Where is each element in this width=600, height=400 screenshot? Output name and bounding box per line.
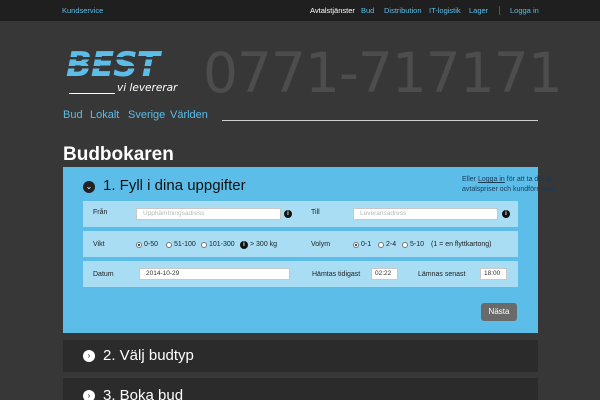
step1-panel: ⌄ 1. Fyll i dina uppgifter Eller Logga i… — [63, 167, 557, 333]
weight-option-101-300: 101-300 — [209, 241, 235, 248]
chevron-right-icon[interactable]: › — [83, 390, 95, 400]
date-time-row: Datum 2014-10-29 Hämtas tidigast 02:22 L… — [83, 261, 518, 287]
volume-radio-0-1[interactable] — [353, 242, 359, 248]
nav-bud[interactable]: Bud — [361, 0, 374, 21]
weight-radio-0-50[interactable] — [136, 242, 142, 248]
login-link[interactable]: Logga in — [510, 0, 539, 21]
to-label: Till — [311, 209, 320, 216]
weight-radio-101-300[interactable] — [201, 242, 207, 248]
login-note: Eller Logga in för att ta del av avtalsp… — [462, 176, 557, 193]
weight-option-0-50: 0-50 — [144, 241, 159, 248]
chevron-down-icon[interactable]: ⌄ — [83, 181, 95, 193]
chevron-right-icon[interactable]: › — [83, 350, 95, 362]
tab-bud[interactable]: Bud — [63, 109, 83, 121]
tab-sverige[interactable]: Sverige — [128, 109, 165, 121]
dropoff-label: Lämnas senast — [418, 271, 466, 278]
volume-note: (1 = en flyttkartong) — [431, 241, 492, 248]
volume-label: Volym — [311, 241, 331, 248]
weight-option-300-plus: > 300 kg — [250, 241, 278, 248]
weight-option-51-100: 51-100 — [174, 241, 196, 248]
tagline: vi levererar — [117, 82, 178, 94]
tabs-divider — [222, 120, 538, 121]
pickup-label: Hämtas tidigast — [312, 271, 361, 278]
weight-label: Vikt — [93, 241, 105, 248]
step3-panel[interactable]: › 3. Boka bud — [63, 378, 538, 400]
nav-avtalstjanster[interactable]: Avtalstjänster — [310, 0, 355, 21]
volume-radio-5-10[interactable] — [402, 242, 408, 248]
date-label: Datum — [93, 271, 114, 278]
to-input[interactable]: Leveransadress — [353, 208, 498, 220]
nav-distribution[interactable]: Distribution — [384, 0, 422, 21]
next-button[interactable]: Nästa — [481, 303, 517, 321]
top-bar: Kundservice Avtalstjänster Bud Distribut… — [0, 0, 600, 21]
volume-radio-2-4[interactable] — [378, 242, 384, 248]
weight-volume-row: Vikt 0-50 51-100 101-300 i > 300 kg Voly… — [83, 231, 518, 257]
info-icon[interactable]: i — [284, 210, 292, 218]
login-note-link[interactable]: Logga in — [478, 176, 505, 183]
step1-title: 1. Fyll i dina uppgifter — [103, 177, 246, 194]
step3-title: 3. Boka bud — [103, 387, 184, 400]
customer-service-link[interactable]: Kundservice — [62, 0, 103, 21]
weight-radio-51-100[interactable] — [166, 242, 172, 248]
logo-text: BEST — [66, 48, 163, 80]
phone-number: 0771-717171 — [203, 41, 563, 105]
best-logo[interactable]: BEST — [64, 48, 188, 80]
pickup-time-input[interactable]: 02:22 — [371, 268, 398, 280]
dropoff-time-input[interactable]: 18:00 — [480, 268, 507, 280]
nav-it-logistik[interactable]: IT-logistik — [429, 0, 461, 21]
tagline-rule — [69, 93, 115, 94]
nav-divider — [499, 6, 500, 15]
volume-option-5-10: 5-10 — [410, 241, 425, 248]
page-title: Budbokaren — [63, 144, 174, 165]
step2-title: 2. Välj budtyp — [103, 347, 194, 364]
date-input[interactable]: 2014-10-29 — [139, 268, 290, 280]
volume-option-0-1: 0-1 — [361, 241, 372, 248]
tab-varlden[interactable]: Världen — [170, 109, 208, 121]
nav-lager[interactable]: Lager — [469, 0, 488, 21]
volume-option-2-4: 2-4 — [386, 241, 397, 248]
info-icon[interactable]: i — [502, 210, 510, 218]
from-label: Från — [93, 209, 108, 216]
address-row: Från Upphämtningsadress i Till Leveransa… — [83, 201, 518, 227]
tab-lokalt[interactable]: Lokalt — [90, 109, 119, 121]
from-input[interactable]: Upphämtningsadress — [136, 208, 281, 220]
step2-panel[interactable]: › 2. Välj budtyp — [63, 340, 538, 372]
weight-radio-300-plus[interactable]: i — [240, 241, 248, 249]
